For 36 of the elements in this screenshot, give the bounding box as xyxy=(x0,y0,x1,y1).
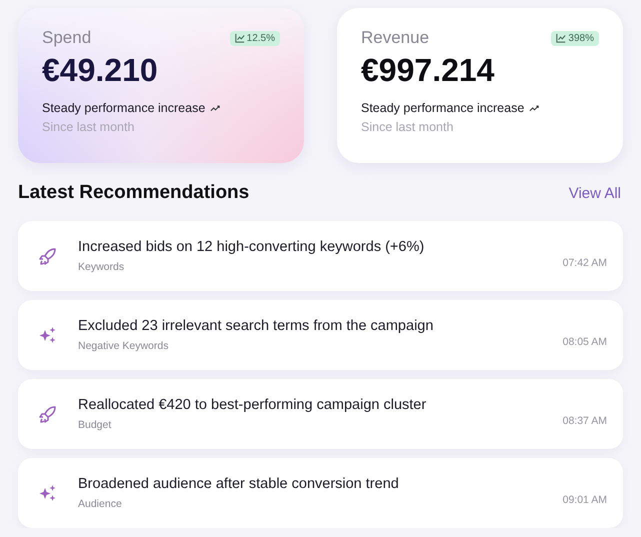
recommendation-text: Increased bids on 12 high-converting keywords (+6%) xyxy=(78,239,426,255)
period-text: Since last month xyxy=(361,120,454,134)
trend-text: Steady performance increase xyxy=(361,101,524,115)
recommendation-text: Broadened audience after stable conversion trend xyxy=(78,476,400,492)
category-label: Keywords xyxy=(78,261,126,273)
rocket-icon xyxy=(38,246,58,266)
recommendation-card[interactable]: Reallocated €420 to best-performing campaign cluster Budget 08:37 AM xyxy=(18,379,623,449)
sparkles-icon xyxy=(38,483,58,503)
change-badge: 398% xyxy=(551,30,599,46)
category-label: Negative Keywords xyxy=(78,340,170,352)
recommendation-card[interactable]: Broadened audience after stable conversion trend Audience 09:01 AM xyxy=(18,458,623,528)
period-text: Since last month xyxy=(42,120,136,134)
chart-icon xyxy=(556,33,566,43)
category-label: Budget xyxy=(78,419,112,431)
stat-label: Revenue xyxy=(361,28,430,48)
time-label: 08:05 AM xyxy=(562,336,607,348)
stat-label: Spend xyxy=(42,28,92,48)
time-label: 08:37 AM xyxy=(562,415,607,427)
change-badge: 12.5% xyxy=(230,30,280,46)
trend-text: Steady performance increase xyxy=(42,101,206,115)
rocket-icon xyxy=(38,404,58,424)
sparkles-icon xyxy=(38,325,58,345)
stat-value: €997.214 xyxy=(361,52,496,89)
trend-icon xyxy=(529,104,540,112)
trend-icon xyxy=(210,104,222,112)
category-label: Audience xyxy=(78,498,123,510)
recommendation-text: Reallocated €420 to best-performing campaign cluster xyxy=(78,397,428,413)
time-label: 09:01 AM xyxy=(562,494,607,506)
section-title: Latest Recommendations xyxy=(18,182,250,204)
recommendation-card[interactable]: Increased bids on 12 high-converting keywords (+6%) Keywords 07:42 AM xyxy=(18,221,623,291)
recommendation-text: Excluded 23 irrelevant search terms from the campaign xyxy=(78,318,434,334)
chart-icon xyxy=(234,33,245,43)
recommendation-card[interactable]: Excluded 23 irrelevant search terms from the campaign Negative Keywords 08:05 AM xyxy=(18,300,623,370)
stat-value: €49.210 xyxy=(42,52,159,89)
time-label: 07:42 AM xyxy=(562,257,607,269)
view-all-link[interactable]: View All xyxy=(568,184,621,202)
